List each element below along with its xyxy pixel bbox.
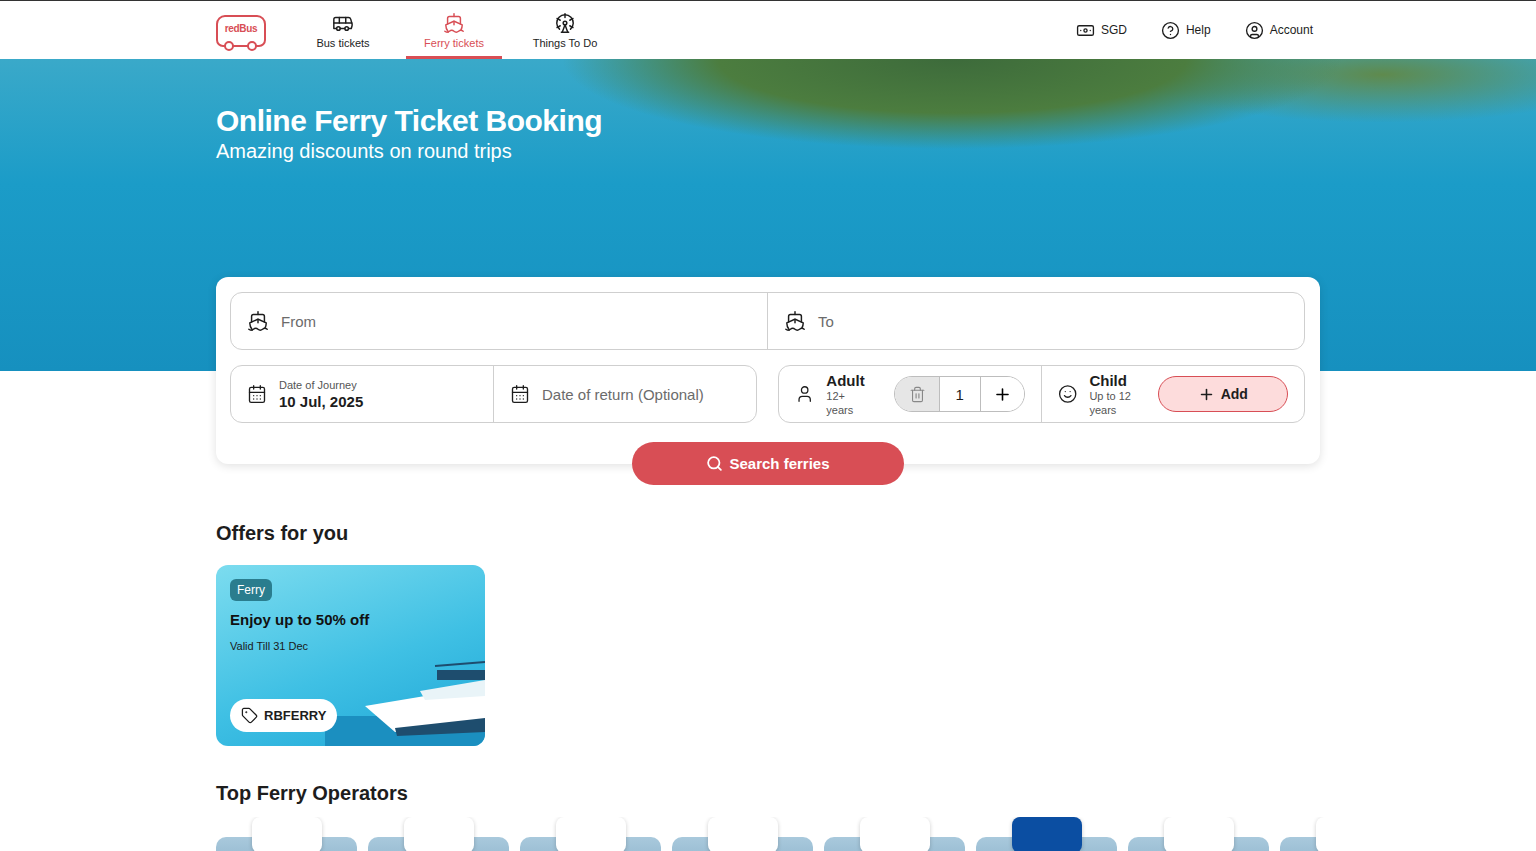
nav-tab[interactable]: Bus tickets — [295, 1, 391, 59]
hero-subtitle: Amazing discounts on round trips — [216, 139, 1320, 163]
ship-icon — [247, 310, 269, 332]
operator-logo — [252, 817, 322, 851]
operator-logo — [404, 817, 474, 851]
ship-illustration-icon — [325, 636, 485, 746]
adult-count: 1 — [939, 377, 981, 411]
operator-logo — [1012, 817, 1082, 851]
operator-card[interactable] — [672, 817, 813, 851]
offers-title: Offers for you — [216, 521, 1320, 545]
top-bar: redBus Bus tickets Ferry tickets Things To … — [0, 0, 1536, 59]
operator-card[interactable] — [1128, 817, 1269, 851]
coupon-code[interactable]: RBFERRY — [230, 699, 337, 732]
search-card: FromTo Date of Journey10 Jul, 2025Date of… — [216, 277, 1320, 464]
operator-logo — [860, 817, 930, 851]
operators-title: Top Ferry Operators — [216, 781, 1320, 805]
currency-icon — [1076, 21, 1095, 40]
return-date-field[interactable]: Date of return (Optional) — [493, 366, 756, 422]
account-button[interactable]: Account — [1245, 21, 1313, 40]
child-icon — [1058, 384, 1077, 404]
help-icon — [1161, 21, 1180, 40]
trash-icon — [909, 386, 926, 403]
offer-tag: Ferry — [230, 579, 272, 601]
adult-stepper: 1 — [894, 376, 1025, 412]
from-field[interactable]: From — [231, 293, 767, 349]
things-icon — [554, 12, 576, 34]
operator-logo — [556, 817, 626, 851]
operator-card[interactable] — [368, 817, 509, 851]
hero-title: Online Ferry Ticket Booking — [216, 103, 1320, 139]
offer-card[interactable]: FerryEnjoy up to 50% offValid Till 31 De… — [216, 565, 485, 746]
operator-logo — [708, 817, 778, 851]
redbus-logo[interactable]: redBus — [216, 15, 266, 47]
help-button[interactable]: Help — [1161, 21, 1211, 40]
add-passenger: ChildUp to 12 yearsAdd — [1041, 366, 1304, 422]
operator-logo — [1316, 817, 1351, 851]
operator-card[interactable] — [520, 817, 661, 851]
plus-icon — [1198, 386, 1215, 403]
to-field[interactable]: To — [767, 293, 1304, 349]
operator-card[interactable] — [1280, 817, 1350, 851]
main-nav: Bus tickets Ferry tickets Things To Do — [295, 1, 613, 59]
journey-date-field[interactable]: Date of Journey10 Jul, 2025 — [231, 366, 493, 422]
calendar-icon — [247, 384, 267, 404]
account-icon — [1245, 21, 1264, 40]
bus-icon — [332, 12, 354, 34]
nav-tab[interactable]: Ferry tickets — [406, 1, 502, 59]
tag-icon — [241, 707, 258, 724]
ferry-icon — [443, 12, 465, 34]
search-button[interactable]: Search ferries — [632, 442, 904, 485]
operators-row — [216, 817, 1350, 851]
nav-tab[interactable]: Things To Do — [517, 1, 613, 59]
operator-card[interactable] — [216, 817, 357, 851]
operator-card[interactable] — [976, 817, 1117, 851]
person-icon — [795, 384, 814, 404]
plus-icon — [993, 385, 1012, 404]
operator-logo — [1164, 817, 1234, 851]
calendar-icon — [510, 384, 530, 404]
add-child-button[interactable]: Add — [1158, 376, 1288, 412]
search-icon — [706, 455, 723, 472]
ship-icon — [784, 310, 806, 332]
stepper-passenger: Adult12+ years1 — [779, 366, 1041, 422]
remove-button[interactable] — [895, 377, 938, 411]
operator-card[interactable] — [824, 817, 965, 851]
increase-button[interactable] — [981, 377, 1024, 411]
currency-button[interactable]: SGD — [1076, 21, 1127, 40]
